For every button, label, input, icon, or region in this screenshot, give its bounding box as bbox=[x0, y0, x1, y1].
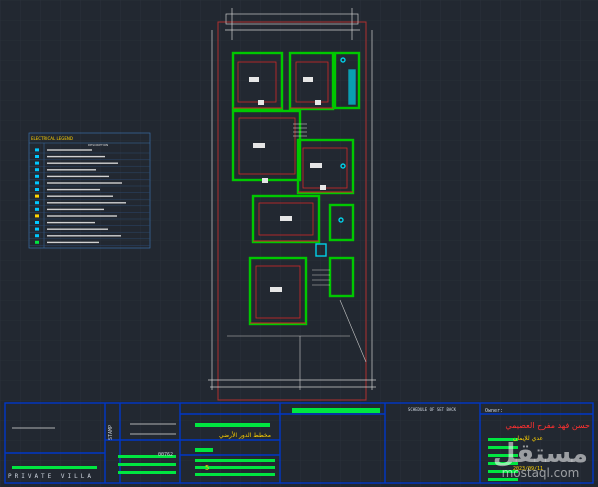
watermark-url: mostaql.com bbox=[501, 466, 580, 480]
schedule-label: SCHEDULE OF SET BACK bbox=[408, 407, 457, 412]
legend-symbol bbox=[35, 174, 39, 178]
legend-description-stroke bbox=[47, 241, 99, 244]
legend-description-stroke bbox=[47, 188, 100, 191]
stamp-label: STAMP bbox=[108, 425, 114, 440]
watermark: مستقل mostaql.com bbox=[493, 441, 588, 479]
legend-symbol bbox=[35, 181, 39, 185]
legend-description-stroke bbox=[47, 149, 92, 151]
legend-symbol bbox=[35, 207, 39, 211]
legend-symbol bbox=[35, 221, 39, 224]
legend-subtitle: DESCRIPTION bbox=[88, 143, 108, 147]
legend-symbol bbox=[35, 168, 39, 172]
legend-symbol bbox=[35, 188, 39, 191]
legend-description-stroke bbox=[47, 215, 117, 217]
owner-label: Owner: bbox=[485, 408, 503, 414]
legend-symbol bbox=[35, 227, 39, 231]
drawing-number: 5 bbox=[205, 464, 209, 472]
designed-code: 00762 bbox=[158, 452, 173, 458]
cad-drawing-canvas[interactable]: ELECTRICAL LEGEND DESCRIPTION PRIVATE VI… bbox=[0, 0, 598, 487]
legend-description-stroke bbox=[47, 169, 96, 171]
legend-description-stroke bbox=[47, 182, 122, 184]
legend-symbol bbox=[35, 194, 39, 198]
legend-description-stroke bbox=[47, 221, 95, 224]
legend-symbol bbox=[35, 214, 39, 218]
legend-symbol bbox=[35, 161, 39, 165]
legend-description-stroke bbox=[47, 235, 121, 237]
drawing-title: مخطط الدور الأرضي bbox=[219, 431, 271, 439]
legend-symbol bbox=[35, 201, 39, 205]
watermark-arabic: مستقل bbox=[492, 439, 588, 469]
legend-description-stroke bbox=[47, 208, 104, 211]
legend-description-stroke bbox=[47, 175, 109, 178]
legend-description-stroke bbox=[47, 228, 108, 230]
project-label: PRIVATE VILLA bbox=[8, 473, 94, 480]
legend-symbol bbox=[35, 155, 39, 158]
legend-description-stroke bbox=[47, 162, 118, 164]
legend-description-stroke bbox=[47, 155, 105, 158]
legend-symbol bbox=[35, 240, 39, 244]
legend-description-stroke bbox=[47, 202, 126, 204]
legend-title: ELECTRICAL LEGEND bbox=[31, 136, 73, 141]
legend-description-stroke bbox=[47, 195, 113, 197]
designer-name: حسن فهد مفرح العصيمي bbox=[505, 421, 590, 430]
legend-symbol bbox=[35, 148, 39, 152]
legend-symbol bbox=[35, 234, 39, 238]
